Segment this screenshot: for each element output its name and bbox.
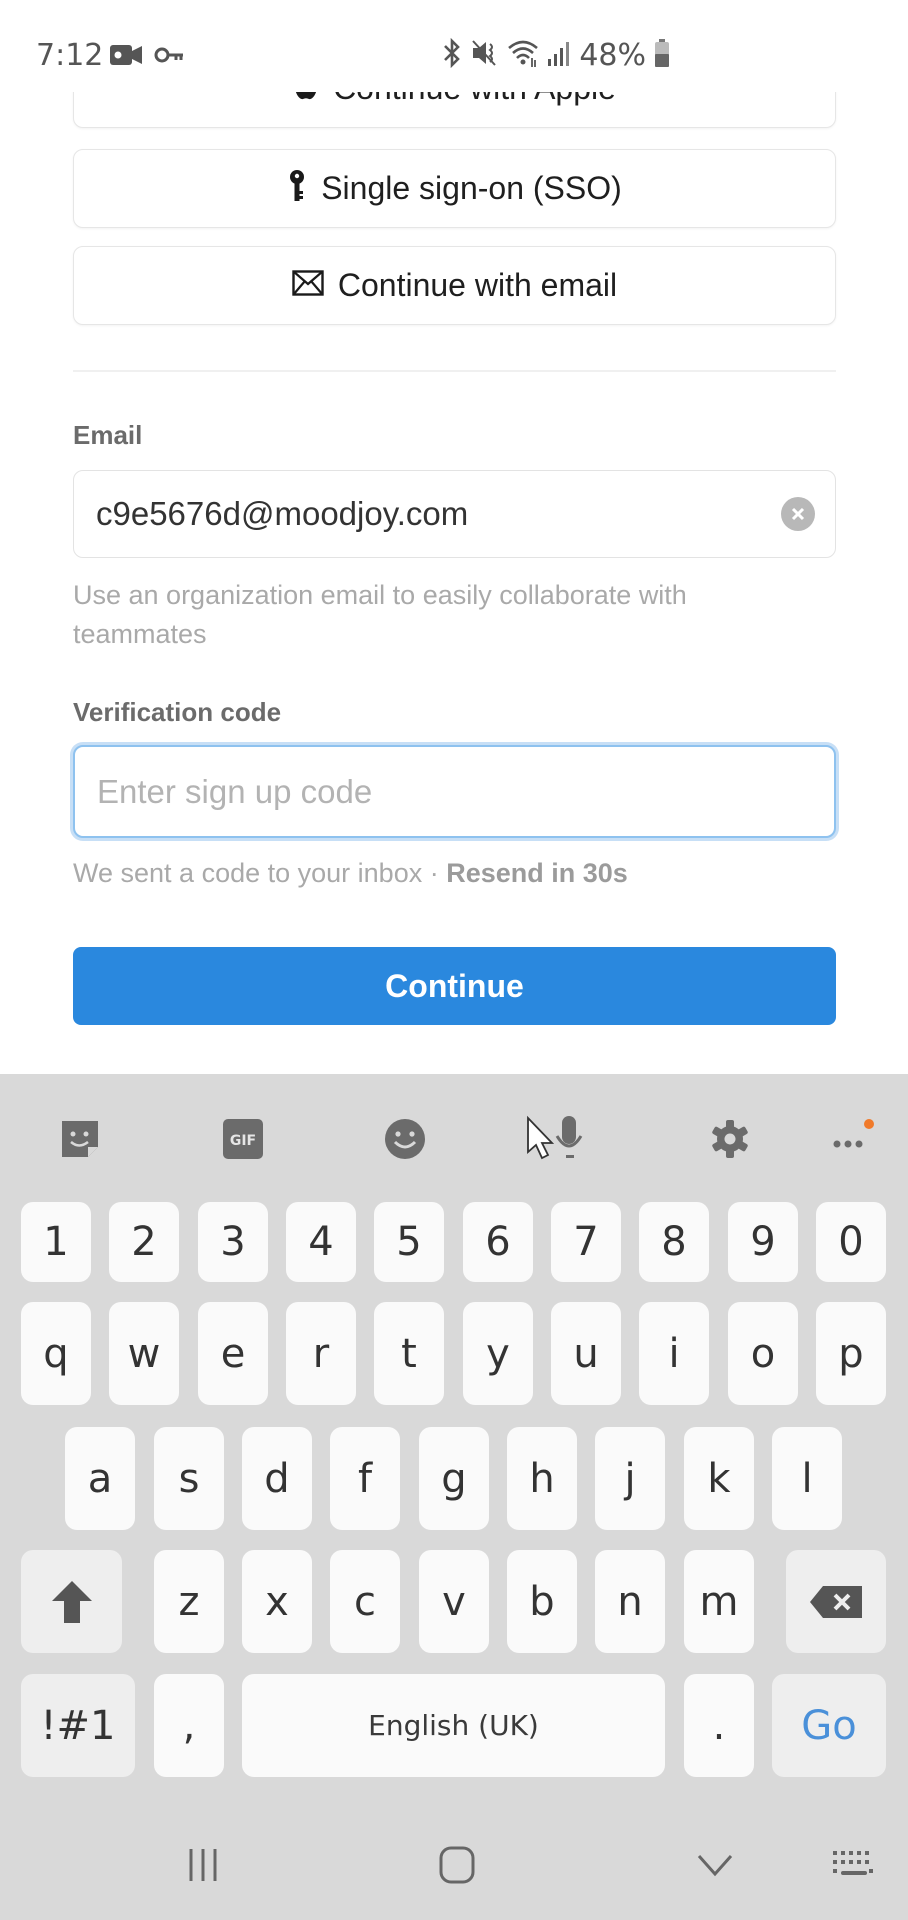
settings-icon[interactable] (705, 1114, 755, 1164)
recent-apps-icon[interactable] (178, 1840, 228, 1890)
key-d[interactable]: d (242, 1427, 312, 1530)
key-i[interactable]: i (639, 1302, 709, 1405)
hide-keyboard-icon[interactable] (690, 1840, 740, 1890)
go-key[interactable]: Go (772, 1674, 886, 1777)
home-icon[interactable] (432, 1840, 482, 1890)
bluetooth-icon (441, 37, 463, 73)
email-label: Email (73, 420, 143, 450)
comma-key[interactable]: , (154, 1674, 224, 1777)
key-b[interactable]: b (507, 1550, 577, 1653)
resend-timer: Resend in 30s (446, 858, 628, 888)
signal-icon (547, 39, 571, 72)
verification-code-placeholder: Enter sign up code (97, 772, 373, 810)
key-h[interactable]: h (507, 1427, 577, 1530)
backspace-icon (810, 1585, 862, 1618)
emoji-icon[interactable] (380, 1114, 430, 1164)
key-9[interactable]: 9 (728, 1202, 798, 1282)
key-z[interactable]: z (154, 1550, 224, 1653)
key-u[interactable]: u (551, 1302, 621, 1405)
on-screen-keyboard: GIF 1 2 3 4 5 6 7 8 9 0 q w e r t y u i … (0, 1074, 908, 1920)
envelope-icon (292, 270, 324, 301)
microphone-icon[interactable] (524, 1114, 594, 1164)
key-l[interactable]: l (772, 1427, 842, 1530)
backspace-key[interactable] (786, 1550, 886, 1653)
key-g[interactable]: g (419, 1427, 489, 1530)
key-s[interactable]: s (154, 1427, 224, 1530)
sso-button[interactable]: Single sign-on (SSO) (73, 149, 836, 228)
code-hint: We sent a code to your inbox · Resend in… (73, 858, 628, 889)
key-v[interactable]: v (419, 1550, 489, 1653)
more-icon[interactable] (824, 1114, 880, 1164)
shift-arrow-icon (51, 1580, 92, 1623)
key-7[interactable]: 7 (551, 1202, 621, 1282)
gif-icon[interactable]: GIF (218, 1114, 268, 1164)
key-q[interactable]: q (21, 1302, 91, 1405)
key-k[interactable]: k (684, 1427, 754, 1530)
key-y[interactable]: y (463, 1302, 533, 1405)
key-w[interactable]: w (109, 1302, 179, 1405)
key-e[interactable]: e (198, 1302, 268, 1405)
status-bar: 7:12 48% (0, 0, 908, 92)
key-o[interactable]: o (728, 1302, 798, 1405)
code-sent-text: We sent a code to your inbox · (73, 858, 447, 888)
key-n[interactable]: n (595, 1550, 665, 1653)
key-3[interactable]: 3 (198, 1202, 268, 1282)
email-helper-text: Use an organization email to easily coll… (73, 580, 687, 649)
video-camera-icon (110, 42, 144, 68)
gif-label: GIF (230, 1133, 256, 1149)
key-c[interactable]: c (330, 1550, 400, 1653)
key-5[interactable]: 5 (374, 1202, 444, 1282)
space-key[interactable]: English (UK) (242, 1674, 665, 1777)
continue-button-label: Continue (385, 967, 524, 1004)
key-icon (154, 42, 184, 68)
email-button-label: Continue with email (337, 267, 618, 303)
shift-key[interactable] (21, 1550, 122, 1653)
battery-percent: 48% (579, 38, 646, 73)
sso-button-label: Single sign-on (SSO) (321, 170, 622, 206)
space-language-label: English (UK) (368, 1709, 539, 1742)
navigation-bar (0, 1820, 908, 1920)
mouse-cursor-icon (527, 1115, 555, 1160)
symbols-key[interactable]: !#1 (21, 1674, 135, 1777)
continue-button[interactable]: Continue (73, 947, 836, 1025)
battery-icon (654, 38, 670, 73)
key-x[interactable]: x (242, 1550, 312, 1653)
continue-with-email-button[interactable]: Continue with email (73, 246, 836, 325)
verification-code-input[interactable]: Enter sign up code (73, 745, 836, 838)
divider (73, 370, 836, 372)
sticker-icon[interactable] (55, 1114, 105, 1164)
email-value: c9e5676d@moodjoy.com (96, 495, 469, 532)
key-1[interactable]: 1 (21, 1202, 91, 1282)
key-a[interactable]: a (65, 1427, 135, 1530)
key-4[interactable]: 4 (286, 1202, 356, 1282)
key-t[interactable]: t (374, 1302, 444, 1405)
key-f[interactable]: f (330, 1427, 400, 1530)
clear-email-button[interactable] (781, 497, 815, 531)
key-icon (287, 169, 307, 208)
close-icon (791, 507, 805, 521)
key-m[interactable]: m (684, 1550, 754, 1653)
key-6[interactable]: 6 (463, 1202, 533, 1282)
email-input[interactable]: c9e5676d@moodjoy.com (73, 470, 836, 558)
status-right-icons: 48% (441, 37, 670, 73)
wifi-icon (507, 38, 539, 73)
period-key[interactable]: . (684, 1674, 754, 1777)
key-p[interactable]: p (816, 1302, 886, 1405)
key-0[interactable]: 0 (816, 1202, 886, 1282)
vibrate-mute-icon (471, 38, 499, 73)
keyboard-switch-icon[interactable] (828, 1840, 878, 1890)
key-r[interactable]: r (286, 1302, 356, 1405)
key-2[interactable]: 2 (109, 1202, 179, 1282)
key-8[interactable]: 8 (639, 1202, 709, 1282)
status-time: 7:12 (36, 38, 104, 73)
verification-code-label: Verification code (73, 697, 282, 727)
key-j[interactable]: j (595, 1427, 665, 1530)
notification-dot (864, 1119, 874, 1129)
